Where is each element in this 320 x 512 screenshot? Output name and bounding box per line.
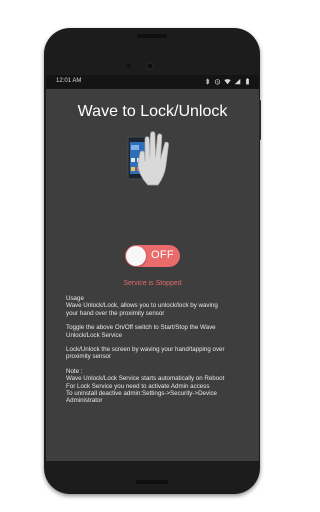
note-text-line: Administrator [66, 397, 103, 405]
usage-text-line: proximity sensor [66, 353, 112, 361]
bluetooth-icon [204, 78, 211, 87]
toggle-label: OFF [151, 249, 174, 261]
bottom-speaker [136, 480, 168, 484]
battery-icon [244, 78, 251, 87]
wave-hand-phone-icon [127, 131, 169, 186]
service-toggle-switch[interactable]: OFF [125, 245, 180, 267]
usage-heading: Usage [66, 295, 84, 302]
note-text-line: To uninstall deactive admin:Settings->Se… [66, 390, 217, 398]
note-text-line: For Lock Service you need to activate Ad… [66, 382, 210, 390]
usage-instructions: Usage Wave Unlock/Lock, allows you to un… [66, 295, 256, 412]
note-text-line: Wave Unlock/Lock Service starts automati… [66, 375, 225, 383]
wifi-icon [224, 78, 231, 87]
app-title: Wave to Lock/Unlock [77, 103, 228, 120]
signal-icon [234, 78, 241, 87]
status-time: 12:01 AM [56, 78, 82, 84]
front-camera [146, 62, 154, 70]
alarm-icon [214, 78, 221, 87]
usage-text-line: Wave Unlock/Lock, allows you to unlock/l… [66, 302, 218, 310]
proximity-sensor [126, 63, 131, 68]
usage-text-line: your hand over the proximity sensor [66, 309, 165, 317]
app-screen: 12:01 AM Wave to Lock/Unlock OFF Service… [46, 75, 259, 461]
usage-text-line: Unlock/Lock Service [66, 331, 123, 339]
toggle-knob[interactable] [126, 246, 146, 266]
usage-text-line: Lock/Unlock the screen by waving your ha… [66, 346, 225, 354]
usage-text-line: Toggle the above On/Off switch to Start/… [66, 324, 216, 332]
earpiece-speaker [137, 34, 167, 38]
status-icons [204, 78, 251, 87]
status-bar: 12:01 AM [46, 75, 259, 89]
service-status-text: Service is Stopped [123, 280, 182, 287]
note-heading: Note : [66, 367, 83, 375]
